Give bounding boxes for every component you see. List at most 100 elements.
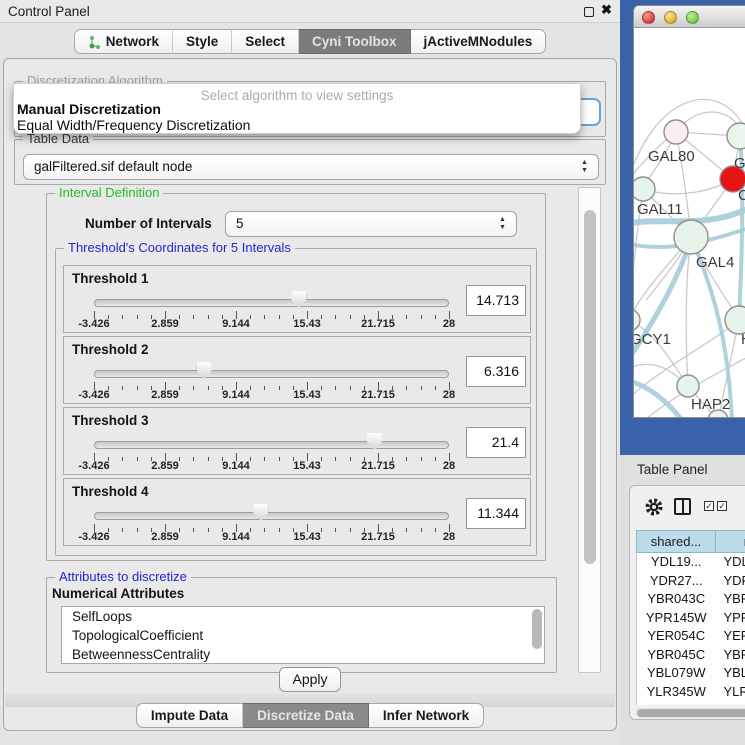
float-window-icon[interactable]: [584, 7, 594, 17]
tab-impute-data[interactable]: Impute Data: [136, 703, 243, 728]
stepper-arrows-icon: ▲▼: [580, 159, 589, 175]
network-node[interactable]: [725, 306, 745, 334]
table-row[interactable]: YDL19...YDL1: [637, 553, 745, 572]
algorithm-dropdown-popup: Select algorithm to view settings Manual…: [13, 83, 581, 134]
checkbox-icon[interactable]: ✓: [717, 501, 727, 511]
slider-tick-labels: -3.4262.8599.14415.4321.71528: [94, 389, 449, 401]
column-header[interactable]: na: [715, 530, 745, 553]
slider-track[interactable]: [94, 441, 449, 449]
table-cell: YBR045C: [637, 646, 715, 665]
num-intervals-combo[interactable]: 5 ▲▼: [225, 211, 517, 237]
table-cell: YPR1: [715, 609, 745, 628]
attribute-item[interactable]: TopologicalCoefficient: [62, 626, 544, 645]
node-label: H: [741, 331, 745, 348]
minimize-traffic-light-icon[interactable]: [664, 11, 677, 24]
tab-label: jActiveMNodules: [424, 30, 533, 53]
table-cell: YBL0: [715, 664, 745, 683]
network-node[interactable]: [634, 309, 640, 331]
table-row[interactable]: YBR045CYBR0: [637, 646, 745, 665]
threshold-value-field[interactable]: 6.316: [466, 356, 526, 387]
table-cell: YBR043C: [637, 590, 715, 609]
network-canvas[interactable]: GAL80GACGAL11GAL4GCY1HHAP2: [634, 28, 745, 418]
algorithm-option[interactable]: Equal Width/Frequency Discretization: [17, 117, 250, 133]
column-header[interactable]: shared...: [636, 530, 715, 553]
table-cell: YBL079W: [637, 664, 715, 683]
table-cell: YDR2: [715, 572, 745, 591]
interval-definition-title: Interval Definition: [55, 187, 163, 200]
tab-jactivemnodules[interactable]: jActiveMNodules: [411, 29, 547, 54]
tab-label: Select: [245, 30, 285, 53]
control-panel: Control Panel ✖ NetworkStyleSelectCyni T…: [0, 0, 620, 745]
table-row[interactable]: YBR043CYBR0: [637, 590, 745, 609]
threshold-value-field[interactable]: 14.713: [466, 285, 526, 316]
slider-track[interactable]: [94, 299, 449, 307]
algorithm-option[interactable]: Manual Discretization: [17, 101, 161, 117]
table-row[interactable]: YER054CYER0: [637, 627, 745, 646]
tab-network[interactable]: Network: [74, 29, 173, 54]
thresholds-group: Threshold's Coordinates for 5 Intervals …: [55, 248, 537, 556]
network-node[interactable]: [677, 375, 699, 397]
table-data-combo[interactable]: galFiltered.sif default node ▲▼: [23, 154, 599, 180]
panel-scrollbar[interactable]: [578, 187, 601, 673]
tab-style[interactable]: Style: [173, 29, 232, 54]
zoom-traffic-light-icon[interactable]: [686, 11, 699, 24]
tab-cyni-toolbox[interactable]: Cyni Toolbox: [299, 29, 411, 54]
checkbox-icon[interactable]: ✓: [704, 501, 714, 511]
table-hscroll-thumb[interactable]: [637, 709, 745, 717]
tab-label: Cyni Toolbox: [312, 30, 397, 53]
network-node[interactable]: [634, 177, 655, 201]
table-data-selected: galFiltered.sif default node: [34, 159, 192, 174]
slider-track[interactable]: [94, 370, 449, 378]
table-cell: YBR0: [715, 646, 745, 665]
threshold-panel: Threshold 3-3.4262.8599.14415.4321.71528…: [63, 407, 531, 475]
table-cell: YDL1: [715, 553, 745, 572]
table-row[interactable]: YPR145WYPR1: [637, 609, 745, 628]
network-node[interactable]: [727, 123, 745, 149]
threshold-panel: Threshold 2-3.4262.8599.14415.4321.71528…: [63, 336, 531, 404]
network-icon: [88, 35, 101, 49]
threshold-label: Threshold 1: [72, 271, 149, 286]
num-intervals-label: Number of Intervals: [85, 216, 212, 231]
slider-tick-labels: -3.4262.8599.14415.4321.71528: [94, 460, 449, 472]
threshold-value-field[interactable]: 11.344: [466, 498, 526, 529]
attributes-scrollbar[interactable]: [532, 609, 542, 649]
attributes-list[interactable]: SelfLoopsTopologicalCoefficientBetweenne…: [61, 606, 545, 664]
split-columns-icon[interactable]: [674, 498, 691, 515]
table-body: YDL19...YDL1YDR27...YDR2YBR043CYBR0YPR14…: [636, 553, 745, 705]
node-table: shared...na YDL19...YDL1YDR27...YDR2YBR0…: [636, 530, 745, 705]
table-row[interactable]: YBL079WYBL0: [637, 664, 745, 683]
panel-scrollbar-thumb[interactable]: [584, 210, 596, 564]
tab-label: Network: [106, 30, 159, 53]
apply-button[interactable]: Apply: [279, 667, 341, 692]
close-traffic-light-icon[interactable]: [642, 11, 655, 24]
node-label: C: [738, 187, 745, 204]
threshold-value-field[interactable]: 21.4: [466, 427, 526, 458]
node-label: GAL11: [637, 201, 683, 218]
num-intervals-value: 5: [236, 216, 244, 231]
network-view-frame: GAL80GACGAL11GAL4GCY1HHAP2: [620, 0, 745, 455]
table-cell: YER0: [715, 627, 745, 646]
slider-tick-labels: -3.4262.8599.14415.4321.71528: [94, 318, 449, 330]
tab-infer-network[interactable]: Infer Network: [369, 703, 484, 728]
gear-icon[interactable]: [643, 496, 665, 523]
table-row[interactable]: YDR27...YDR2: [637, 572, 745, 591]
close-icon[interactable]: ✖: [601, 2, 612, 18]
network-node[interactable]: [664, 120, 688, 144]
stepper-arrows-icon: ▲▼: [498, 216, 507, 232]
table-panel: Table Panel ✓ ✓ shared...na YDL19...YDL1…: [620, 455, 745, 745]
slider-track[interactable]: [94, 512, 449, 520]
node-label: GAL80: [648, 148, 695, 165]
table-row[interactable]: YLR345WYLR3: [637, 683, 745, 702]
table-cell: YIL0: [715, 701, 745, 705]
table-horizontal-scrollbar[interactable]: [635, 708, 745, 718]
table-row[interactable]: YIL052CYIL0: [637, 701, 745, 705]
table-panel-card: ✓ ✓ shared...na YDL19...YDL1YDR27...YDR2…: [629, 485, 745, 720]
table-cell: YBR0: [715, 590, 745, 609]
bottom-tab-bar: Impute DataDiscretize DataInfer Network: [4, 703, 616, 728]
attribute-item[interactable]: SelfLoops: [62, 607, 544, 626]
network-node[interactable]: [674, 220, 708, 254]
tab-discretize-data[interactable]: Discretize Data: [243, 703, 369, 728]
attribute-item[interactable]: BetweennessCentrality: [62, 645, 544, 664]
table-cell: YLR3: [715, 683, 745, 702]
tab-select[interactable]: Select: [232, 29, 299, 54]
